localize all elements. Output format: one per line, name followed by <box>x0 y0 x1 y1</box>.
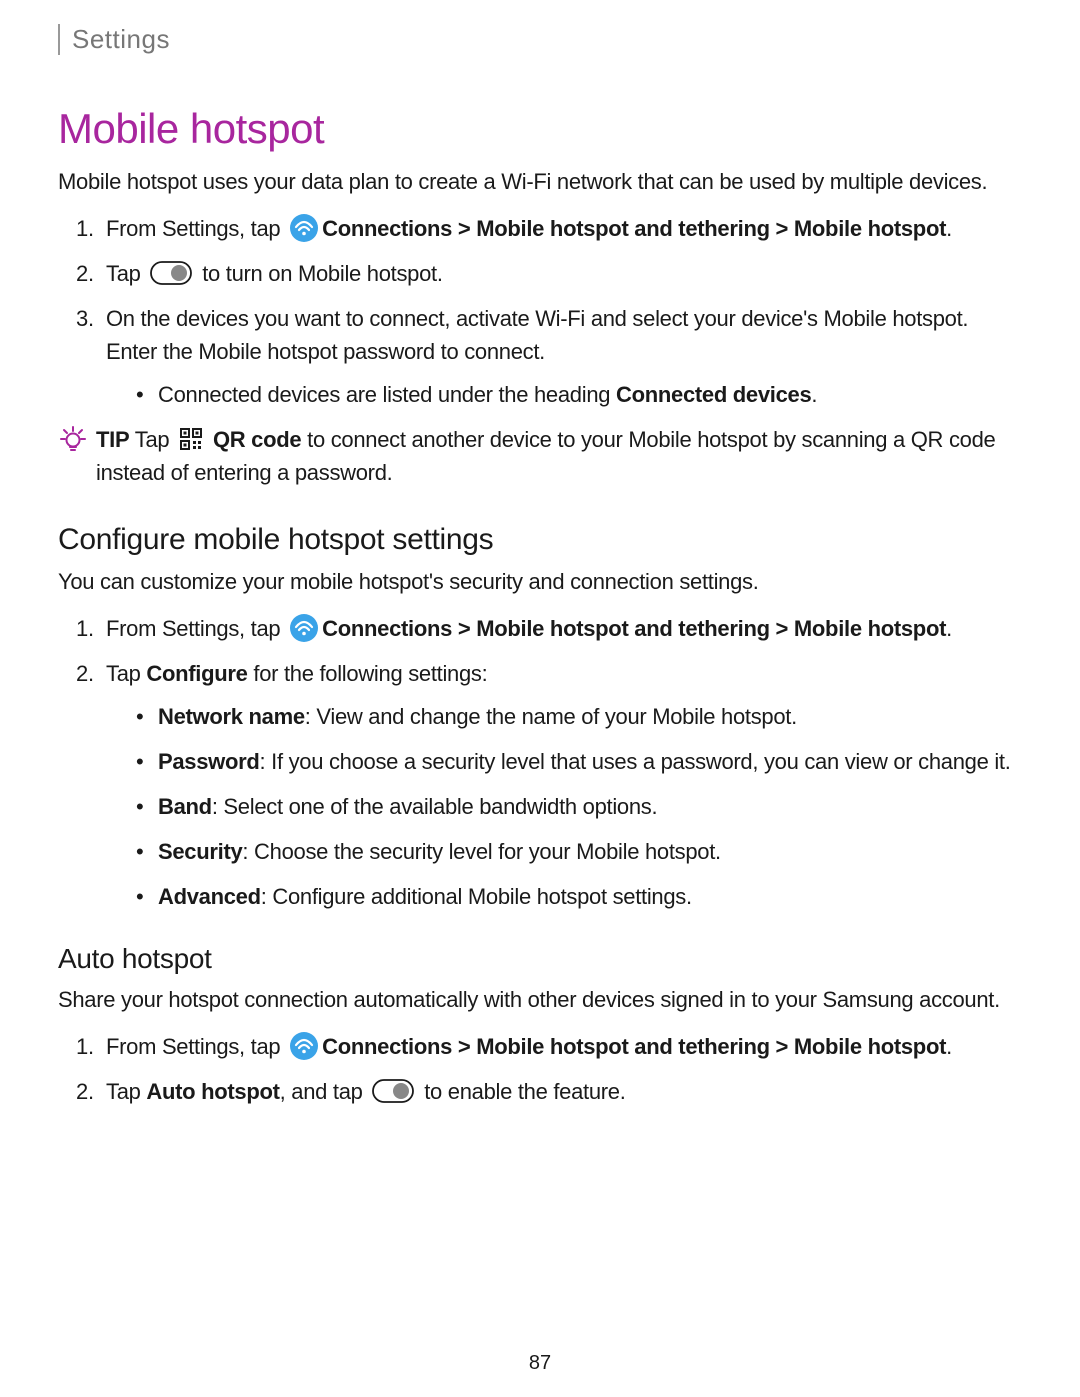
sub-text: Connected devices are listed under the h… <box>158 382 616 407</box>
section-intro: You can customize your mobile hotspot's … <box>58 565 1022 598</box>
bullet-bold: Security <box>158 839 242 864</box>
step-text: . <box>946 616 952 641</box>
steps-list-2: From Settings, tap Connections > Mobile … <box>58 612 1022 913</box>
list-item: Connected devices are listed under the h… <box>106 378 1022 411</box>
step-text: On the devices you want to connect, acti… <box>106 306 968 364</box>
toggle-off-icon <box>372 1079 414 1103</box>
step-text: Tap <box>106 261 146 286</box>
bullet-bold: Band <box>158 794 212 819</box>
step-text: . <box>946 1034 952 1059</box>
connections-icon <box>290 614 318 642</box>
step-text: From Settings, tap <box>106 1034 286 1059</box>
lightbulb-icon <box>58 425 88 460</box>
list-item: From Settings, tap Connections > Mobile … <box>58 1030 1022 1063</box>
connections-icon <box>290 214 318 242</box>
list-item: Tap to turn on Mobile hotspot. <box>58 257 1022 290</box>
sub-text: . <box>811 382 817 407</box>
step-text: , and tap <box>280 1079 369 1104</box>
tip-prefix: Tap <box>129 427 175 452</box>
list-item: Advanced: Configure additional Mobile ho… <box>106 880 1022 913</box>
list-item: Password: If you choose a security level… <box>106 745 1022 778</box>
steps-list-3: From Settings, tap Connections > Mobile … <box>58 1030 1022 1108</box>
toggle-off-icon <box>150 261 192 285</box>
breadcrumb: Settings <box>58 24 1022 55</box>
tip-label: TIP <box>96 427 129 452</box>
steps-list-1: From Settings, tap Connections > Mobile … <box>58 212 1022 411</box>
step-text: to turn on Mobile hotspot. <box>196 261 442 286</box>
page-number: 87 <box>0 1352 1080 1375</box>
list-item: From Settings, tap Connections > Mobile … <box>58 212 1022 245</box>
sub-list: Connected devices are listed under the h… <box>106 378 1022 411</box>
step-text: Tap <box>106 661 146 686</box>
tip-block: TIP Tap QR code to connect another devic… <box>58 423 1022 489</box>
step-text: Tap <box>106 1079 146 1104</box>
step-bold: Connections > Mobile hotspot and tetheri… <box>322 216 946 241</box>
step-text: From Settings, tap <box>106 216 286 241</box>
list-item: From Settings, tap Connections > Mobile … <box>58 612 1022 645</box>
bullet-text: : Configure additional Mobile hotspot se… <box>261 884 692 909</box>
tip-text: TIP Tap QR code to connect another devic… <box>96 423 1022 489</box>
sub-list: Network name: View and change the name o… <box>106 700 1022 913</box>
intro-text: Mobile hotspot uses your data plan to cr… <box>58 165 1022 198</box>
bullet-bold: Network name <box>158 704 305 729</box>
connections-icon <box>290 1032 318 1060</box>
step-bold: Connections > Mobile hotspot and tetheri… <box>322 616 946 641</box>
list-item: Tap Auto hotspot, and tap to enable the … <box>58 1075 1022 1108</box>
bullet-text: : Select one of the available bandwidth … <box>212 794 657 819</box>
bullet-bold: Password <box>158 749 260 774</box>
bullet-bold: Advanced <box>158 884 261 909</box>
list-item: Security: Choose the security level for … <box>106 835 1022 868</box>
sub-bold: Connected devices <box>616 382 811 407</box>
step-bold: Configure <box>146 661 247 686</box>
step-bold: Auto hotspot <box>146 1079 279 1104</box>
qr-code-icon <box>179 427 203 451</box>
list-item: Band: Select one of the available bandwi… <box>106 790 1022 823</box>
step-text: for the following settings: <box>248 661 488 686</box>
bullet-text: : View and change the name of your Mobil… <box>305 704 797 729</box>
step-bold: Connections > Mobile hotspot and tetheri… <box>322 1034 946 1059</box>
step-text: From Settings, tap <box>106 616 286 641</box>
section-intro: Share your hotspot connection automatica… <box>58 983 1022 1016</box>
section-heading: Configure mobile hotspot settings <box>58 523 1022 557</box>
step-text: to enable the feature. <box>418 1079 625 1104</box>
list-item: On the devices you want to connect, acti… <box>58 302 1022 411</box>
tip-bold: QR code <box>207 427 301 452</box>
step-text: . <box>946 216 952 241</box>
bullet-text: : If you choose a security level that us… <box>260 749 1011 774</box>
list-item: Tap Configure for the following settings… <box>58 657 1022 913</box>
page-title: Mobile hotspot <box>58 105 1022 153</box>
section-heading: Auto hotspot <box>58 943 1022 975</box>
bullet-text: : Choose the security level for your Mob… <box>242 839 720 864</box>
list-item: Network name: View and change the name o… <box>106 700 1022 733</box>
